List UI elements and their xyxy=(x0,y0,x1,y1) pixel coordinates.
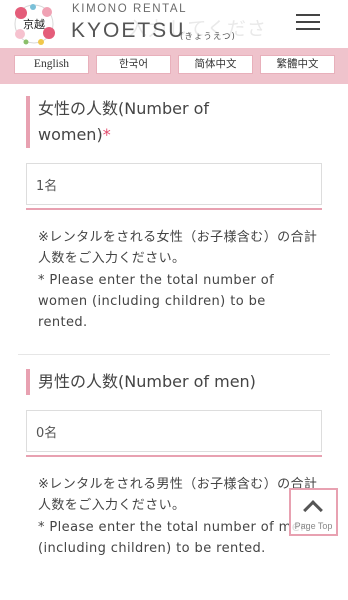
women-count-title: 女性の人数(Number of women) xyxy=(38,99,210,144)
men-count-title: 男性の人数(Number of men) xyxy=(38,372,256,391)
women-note-en: * Please enter the total number of women… xyxy=(38,273,275,330)
hamburger-menu-icon[interactable] xyxy=(296,14,320,32)
brand-subtitle: KIMONO RENTAL xyxy=(72,3,188,15)
site-header: 入力してくださ 京越 KIMONO RENTAL KYOETSU (きょうえつ) xyxy=(0,0,348,48)
women-input-underline xyxy=(26,208,322,210)
women-count-input[interactable] xyxy=(26,163,322,205)
lang-simplified-chinese-button[interactable]: 简体中文 xyxy=(178,55,253,74)
men-input-underline xyxy=(26,455,322,457)
page-top-button[interactable]: Page Top xyxy=(289,488,338,536)
page-top-label: Page Top xyxy=(294,521,333,531)
chevron-up-icon xyxy=(303,500,323,520)
lang-traditional-chinese-button[interactable]: 繁體中文 xyxy=(260,55,335,74)
men-note-ja: ※レンタルをされる男性（お子様含む）の合計人数をご入力ください。 xyxy=(38,477,318,513)
men-note-en: * Please enter the total number of men (… xyxy=(38,520,309,556)
lang-english-button[interactable]: English xyxy=(14,55,89,74)
women-note-ja: ※レンタルをされる女性（お子様含む）の合計人数をご入力ください。 xyxy=(38,230,318,266)
brand-kana: (きょうえつ) xyxy=(180,32,236,42)
brand-name[interactable]: KYOETSU xyxy=(71,19,185,43)
logo[interactable]: 京越 xyxy=(11,2,57,46)
men-count-label: 男性の人数(Number of men) xyxy=(26,369,316,395)
logo-text: 京越 xyxy=(23,17,45,31)
section-divider xyxy=(18,354,330,355)
language-bar: English 한국어 简体中文 繁體中文 xyxy=(0,48,348,84)
lang-korean-button[interactable]: 한국어 xyxy=(96,55,171,74)
men-count-input[interactable] xyxy=(26,410,322,452)
women-count-label: 女性の人数(Number of women)* xyxy=(26,96,256,148)
required-mark: * xyxy=(102,125,111,144)
